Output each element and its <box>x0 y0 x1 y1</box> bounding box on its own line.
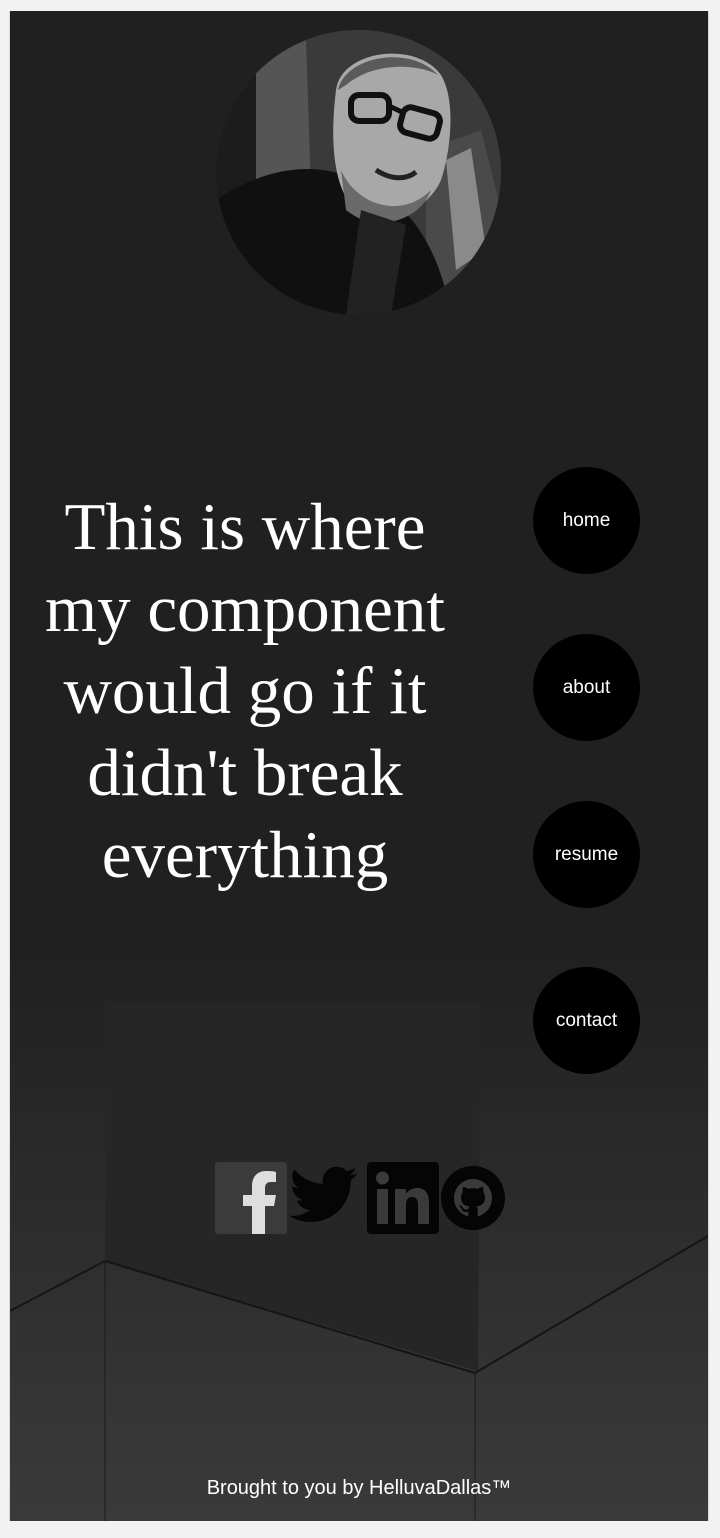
nav-resume-label: resume <box>554 843 619 865</box>
nav-contact-button[interactable]: contact <box>533 967 640 1074</box>
social-links <box>215 1162 505 1234</box>
avatar <box>216 30 501 315</box>
nav-about-label: about <box>562 676 611 698</box>
linkedin-icon[interactable] <box>367 1162 439 1239</box>
page-frame: This is where my component would go if i… <box>9 11 709 1521</box>
avatar-image <box>216 30 501 315</box>
github-icon[interactable] <box>440 1165 506 1236</box>
nav-resume-button[interactable]: resume <box>533 801 640 908</box>
nav-home-label: home <box>562 509 611 531</box>
nav-contact-label: contact <box>555 1009 618 1031</box>
footer-credit: Brought to you by HelluvaDallas™ <box>206 1477 512 1499</box>
facebook-icon[interactable] <box>215 1162 287 1239</box>
twitter-icon[interactable] <box>287 1166 359 1235</box>
nav-about-button[interactable]: about <box>533 634 640 741</box>
hero-message: This is where my component would go if i… <box>44 490 446 892</box>
nav-home-button[interactable]: home <box>533 467 640 574</box>
